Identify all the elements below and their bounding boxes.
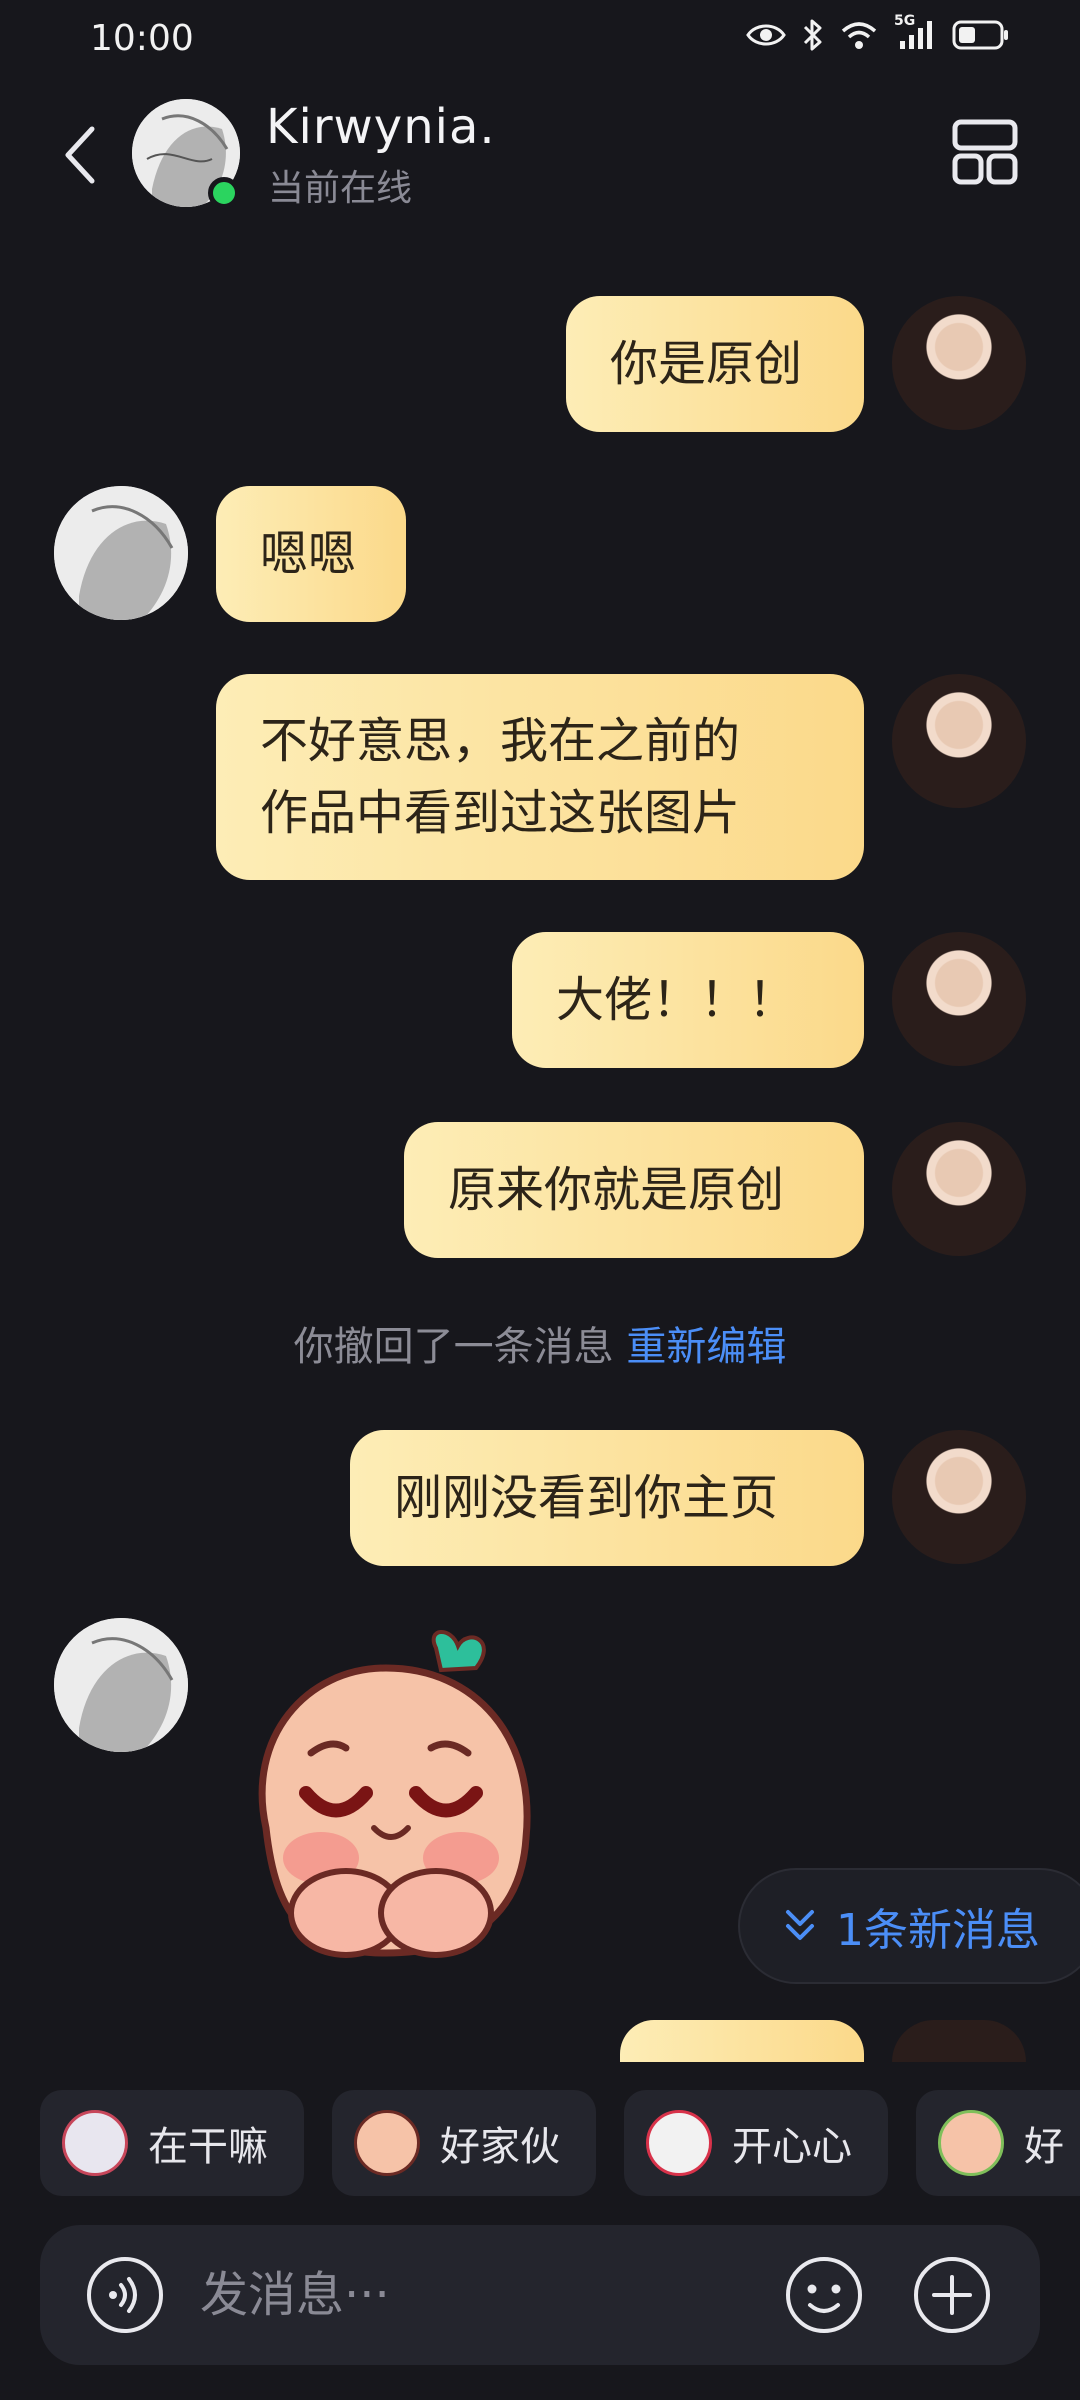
- status-time: 10:00: [90, 18, 194, 59]
- message-bubble-received[interactable]: 嗯嗯: [216, 486, 406, 622]
- self-avatar[interactable]: [892, 932, 1026, 1066]
- self-avatar[interactable]: [892, 1430, 1026, 1564]
- message-text: 原来你就是原创: [448, 1162, 785, 1218]
- sticker-icon: [62, 2110, 128, 2176]
- emoji-button[interactable]: [784, 2255, 864, 2335]
- double-chevron-down-icon: [786, 1910, 814, 1940]
- message-text: 嗯嗯: [260, 526, 357, 582]
- eye-icon: [746, 21, 786, 49]
- layout-menu-button[interactable]: [950, 117, 1020, 187]
- message-bubble-sent[interactable]: 你是原创: [566, 296, 864, 432]
- sticker-icon: [354, 2110, 420, 2176]
- message-text: 大佬！！！: [556, 972, 797, 1028]
- self-avatar[interactable]: [892, 296, 1026, 430]
- network-type: 5G: [894, 13, 916, 29]
- chat-header: Kirwynia. 当前在线: [0, 85, 1080, 220]
- quick-reply-chip[interactable]: 好: [916, 2090, 1080, 2196]
- quick-reply-chip[interactable]: 开心心: [624, 2090, 888, 2196]
- message-text: 不好意思，我在之前的 作品中看到过这张图片: [260, 713, 741, 841]
- contact-message-avatar[interactable]: [54, 1618, 188, 1752]
- self-avatar[interactable]: [892, 1122, 1026, 1256]
- quick-reply-label: 开心心: [732, 2124, 852, 2170]
- recall-notice: 你撤回了一条消息 重新编辑: [0, 1314, 1080, 1372]
- more-options-button[interactable]: [912, 2255, 992, 2335]
- message-bubble-sent[interactable]: 刚刚没看到你主页: [350, 1430, 864, 1566]
- grid-layout-icon: [952, 119, 1018, 185]
- quick-reply-label: 在干嘛: [148, 2124, 268, 2170]
- quick-reply-chip[interactable]: 好家伙: [332, 2090, 596, 2196]
- back-button[interactable]: [50, 115, 110, 195]
- re-edit-link[interactable]: 重新编辑: [626, 1324, 786, 1370]
- message-bubble-sent-partial[interactable]: [620, 2020, 864, 2062]
- voice-icon: [87, 2257, 163, 2333]
- plus-icon: [914, 2257, 990, 2333]
- bluetooth-icon: [802, 18, 824, 52]
- quick-reply-chip[interactable]: 在干嘛: [40, 2090, 304, 2196]
- message-input[interactable]: [200, 2255, 780, 2335]
- quick-reply-bar: 在干嘛 好家伙 开心心 好: [0, 2090, 1080, 2200]
- status-icons: 5G: [746, 13, 1010, 52]
- contact-name[interactable]: Kirwynia.: [266, 99, 496, 155]
- self-avatar[interactable]: [892, 674, 1026, 808]
- message-text: 你是原创: [610, 336, 803, 392]
- signal-icon: 5G: [894, 13, 936, 51]
- wifi-icon: [840, 20, 878, 50]
- battery-icon: [952, 19, 1010, 51]
- quick-reply-label: 好家伙: [440, 2124, 560, 2170]
- message-bubble-sent[interactable]: 原来你就是原创: [404, 1122, 864, 1258]
- chevron-left-icon: [65, 126, 95, 184]
- sticker-icon: [646, 2110, 712, 2176]
- message-input-bar: [40, 2225, 1040, 2365]
- message-bubble-sent[interactable]: 不好意思，我在之前的 作品中看到过这张图片: [216, 674, 864, 880]
- status-bar: 10:00 5G: [0, 0, 1080, 80]
- quick-reply-label: 好: [1024, 2124, 1064, 2170]
- smiley-icon: [786, 2257, 862, 2333]
- message-bubble-sent[interactable]: 大佬！！！: [512, 932, 864, 1068]
- shy-peach-sticker[interactable]: [236, 1628, 546, 1963]
- online-indicator: [208, 177, 240, 209]
- message-text: 刚刚没看到你主页: [394, 1470, 779, 1526]
- new-message-pill[interactable]: 1条新消息: [738, 1868, 1080, 1984]
- recall-notice-text: 你撤回了一条消息: [293, 1324, 614, 1370]
- sticker-icon: [938, 2110, 1004, 2176]
- contact-message-avatar[interactable]: [54, 486, 188, 620]
- contact-status: 当前在线: [268, 168, 413, 209]
- voice-button[interactable]: [85, 2255, 165, 2335]
- self-avatar-partial[interactable]: [892, 2020, 1026, 2062]
- new-message-count: 1条新消息: [836, 1905, 1040, 1956]
